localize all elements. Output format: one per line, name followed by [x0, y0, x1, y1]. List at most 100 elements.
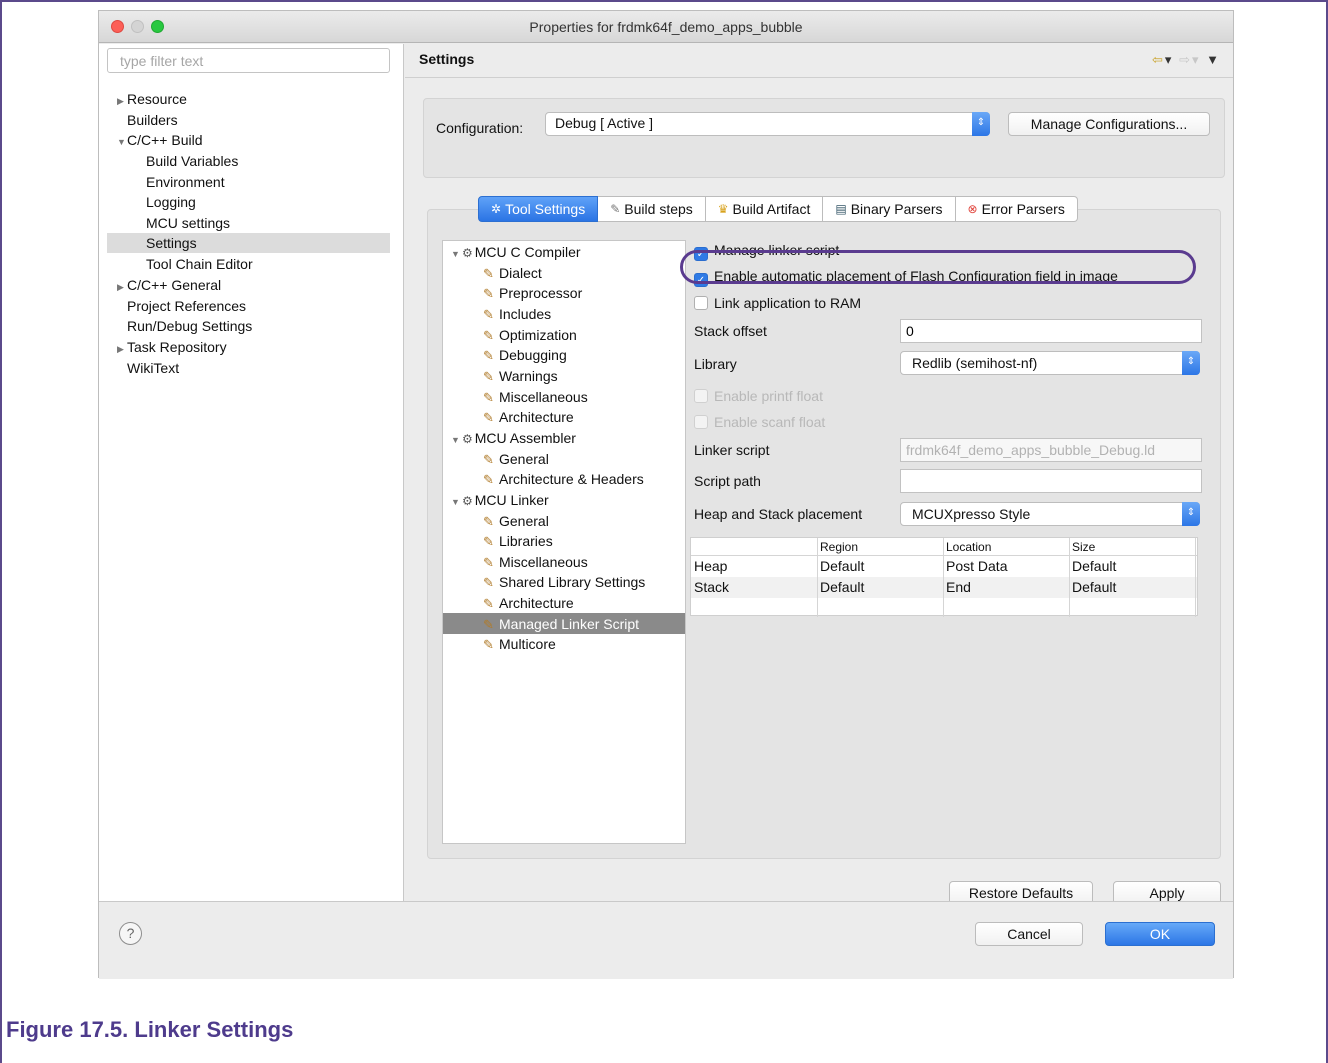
- forward-arrow-icon[interactable]: ⇨: [1179, 52, 1192, 67]
- tree-item-mcu-linker[interactable]: ▼ ⚙ MCU Linker: [451, 490, 549, 510]
- column-header-region[interactable]: Region: [820, 538, 858, 556]
- tab-build-artifact[interactable]: ♛ Build Artifact: [705, 196, 824, 222]
- library-value: Redlib (semihost-nf): [912, 355, 1038, 371]
- column-divider: [1195, 538, 1196, 617]
- nav-item-run-debug-settings[interactable]: Run/Debug Settings: [127, 316, 252, 336]
- nav-item-logging[interactable]: Logging: [146, 192, 196, 212]
- tree-item-general[interactable]: ✎ General: [483, 449, 549, 469]
- tree-item-linker-miscellaneous[interactable]: ✎ Miscellaneous: [483, 552, 588, 572]
- option-category-icon: ✎: [483, 575, 494, 590]
- window-title: Properties for frdmk64f_demo_apps_bubble: [529, 19, 803, 35]
- tree-item-shared-library-settings[interactable]: ✎ Shared Library Settings: [483, 572, 645, 592]
- configuration-value: Debug [ Active ]: [555, 115, 654, 131]
- tree-item-warnings[interactable]: ✎ Warnings: [483, 366, 558, 386]
- collapsed-triangle-icon[interactable]: ▶: [117, 339, 127, 359]
- nav-item-environment[interactable]: Environment: [146, 172, 225, 192]
- expanded-triangle-icon[interactable]: ▼: [451, 430, 462, 450]
- nav-item-settings[interactable]: Settings: [146, 233, 197, 253]
- tab-error-parsers[interactable]: ⊗ Error Parsers: [955, 196, 1078, 222]
- table-cell[interactable]: Default: [820, 577, 864, 597]
- collapsed-triangle-icon[interactable]: ▶: [117, 91, 127, 111]
- tab-binary-parsers[interactable]: ▤ Binary Parsers: [823, 196, 956, 222]
- help-icon[interactable]: ?: [119, 922, 142, 945]
- table-cell[interactable]: Default: [820, 556, 864, 576]
- column-divider: [1069, 538, 1070, 617]
- tree-item-includes[interactable]: ✎ Includes: [483, 304, 551, 324]
- tab-build-steps[interactable]: ✎ Build steps: [598, 196, 706, 222]
- tree-item-architecture-headers[interactable]: ✎ Architecture & Headers: [483, 469, 644, 489]
- ok-button[interactable]: OK: [1105, 922, 1215, 946]
- column-header-location[interactable]: Location: [946, 538, 991, 556]
- binary-parsers-icon: ▤: [835, 202, 847, 216]
- tree-item-preprocessor[interactable]: ✎ Preprocessor: [483, 283, 582, 303]
- back-arrow-icon[interactable]: ⇦: [1152, 52, 1165, 67]
- script-path-label: Script path: [694, 473, 761, 489]
- tab-tool-settings[interactable]: ✲ Tool Settings: [478, 196, 599, 222]
- figure-caption: Figure 17.5. Linker Settings: [6, 1017, 294, 1042]
- option-category-icon: ✎: [483, 348, 494, 363]
- scanf-float-checkbox: Enable scanf float: [694, 412, 825, 432]
- tree-item-miscellaneous[interactable]: ✎ Miscellaneous: [483, 387, 588, 407]
- nav-item-build-variables[interactable]: Build Variables: [146, 151, 238, 171]
- manage-configurations-button[interactable]: Manage Configurations...: [1008, 112, 1210, 136]
- tree-item-architecture[interactable]: ✎ Architecture: [483, 407, 574, 427]
- tree-item-debugging[interactable]: ✎ Debugging: [483, 345, 567, 365]
- tree-item-managed-linker-script[interactable]: ✎ Managed Linker Script: [483, 614, 639, 634]
- script-path-input[interactable]: [900, 469, 1202, 493]
- view-menu-icon[interactable]: ▼: [1206, 52, 1221, 67]
- properties-dialog: Properties for frdmk64f_demo_apps_bubble…: [98, 10, 1234, 979]
- nav-item-builders[interactable]: Builders: [127, 110, 178, 130]
- tree-item-mcu-assembler[interactable]: ▼ ⚙ MCU Assembler: [451, 428, 576, 448]
- library-select[interactable]: Redlib (semihost-nf) ⇕: [900, 351, 1200, 375]
- filter-input[interactable]: [107, 48, 390, 73]
- column-header-size[interactable]: Size: [1072, 538, 1095, 556]
- select-stepper-icon[interactable]: ⇕: [972, 112, 990, 136]
- settings-page: Settings ⇦▾ ⇨▾ ▼ Configuration: Debug [ …: [405, 44, 1233, 905]
- nav-item-resource[interactable]: ▶ Resource: [117, 89, 187, 109]
- select-stepper-icon[interactable]: ⇕: [1182, 351, 1200, 375]
- table-cell[interactable]: End: [946, 577, 971, 597]
- tree-item-mcu-c-compiler[interactable]: ▼ ⚙ MCU C Compiler: [451, 242, 581, 262]
- link-to-ram-checkbox[interactable]: Link application to RAM: [694, 293, 861, 313]
- tree-item-optimization[interactable]: ✎ Optimization: [483, 325, 577, 345]
- heap-stack-placement-select[interactable]: MCUXpresso Style ⇕: [900, 502, 1200, 526]
- library-label: Library: [694, 356, 737, 372]
- table-cell[interactable]: Heap: [694, 556, 727, 576]
- table-cell[interactable]: Default: [1072, 577, 1116, 597]
- table-cell[interactable]: Post Data: [946, 556, 1007, 576]
- table-cell[interactable]: Stack: [694, 577, 729, 597]
- back-dropdown-icon[interactable]: ▾: [1165, 52, 1174, 67]
- tree-item-libraries[interactable]: ✎ Libraries: [483, 531, 553, 551]
- nav-item-tool-chain-editor[interactable]: Tool Chain Editor: [146, 254, 253, 274]
- table-cell[interactable]: Default: [1072, 556, 1116, 576]
- tree-item-dialect[interactable]: ✎ Dialect: [483, 263, 542, 283]
- nav-item-cc-general[interactable]: ▶ C/C++ General: [117, 275, 221, 295]
- configuration-label: Configuration:: [436, 120, 524, 136]
- option-category-icon: ✎: [483, 637, 494, 652]
- nav-item-task-repository[interactable]: ▶ Task Repository: [117, 337, 227, 357]
- tree-item-multicore[interactable]: ✎ Multicore: [483, 634, 556, 654]
- nav-item-mcu-settings[interactable]: MCU settings: [146, 213, 230, 233]
- stack-offset-input[interactable]: [900, 319, 1202, 343]
- configuration-group: Configuration: Debug [ Active ] ⇕ Manage…: [423, 98, 1225, 178]
- nav-item-project-references[interactable]: Project References: [127, 296, 246, 316]
- dialog-button-bar: ? Cancel OK: [99, 901, 1233, 979]
- collapsed-triangle-icon[interactable]: ▶: [117, 277, 127, 297]
- cancel-button[interactable]: Cancel: [975, 922, 1083, 946]
- table-header: [691, 538, 1197, 556]
- option-category-icon: ✎: [483, 307, 494, 322]
- linker-script-input: [900, 438, 1202, 462]
- configuration-select[interactable]: Debug [ Active ] ⇕: [545, 112, 990, 136]
- tree-item-linker-general[interactable]: ✎ General: [483, 511, 549, 531]
- nav-item-cc-build[interactable]: ▼C/C++ Build: [117, 130, 202, 150]
- settings-header: Settings ⇦▾ ⇨▾ ▼: [405, 44, 1233, 78]
- expanded-triangle-icon[interactable]: ▼: [451, 244, 462, 264]
- expanded-triangle-icon[interactable]: ▼: [117, 132, 127, 152]
- expanded-triangle-icon[interactable]: ▼: [451, 492, 462, 512]
- nav-item-wikitext[interactable]: WikiText: [127, 358, 179, 378]
- option-category-icon: ✎: [483, 472, 494, 487]
- unchecked-box-icon[interactable]: [694, 296, 708, 310]
- tree-item-linker-architecture[interactable]: ✎ Architecture: [483, 593, 574, 613]
- forward-dropdown-icon[interactable]: ▾: [1192, 52, 1201, 67]
- select-stepper-icon[interactable]: ⇕: [1182, 502, 1200, 526]
